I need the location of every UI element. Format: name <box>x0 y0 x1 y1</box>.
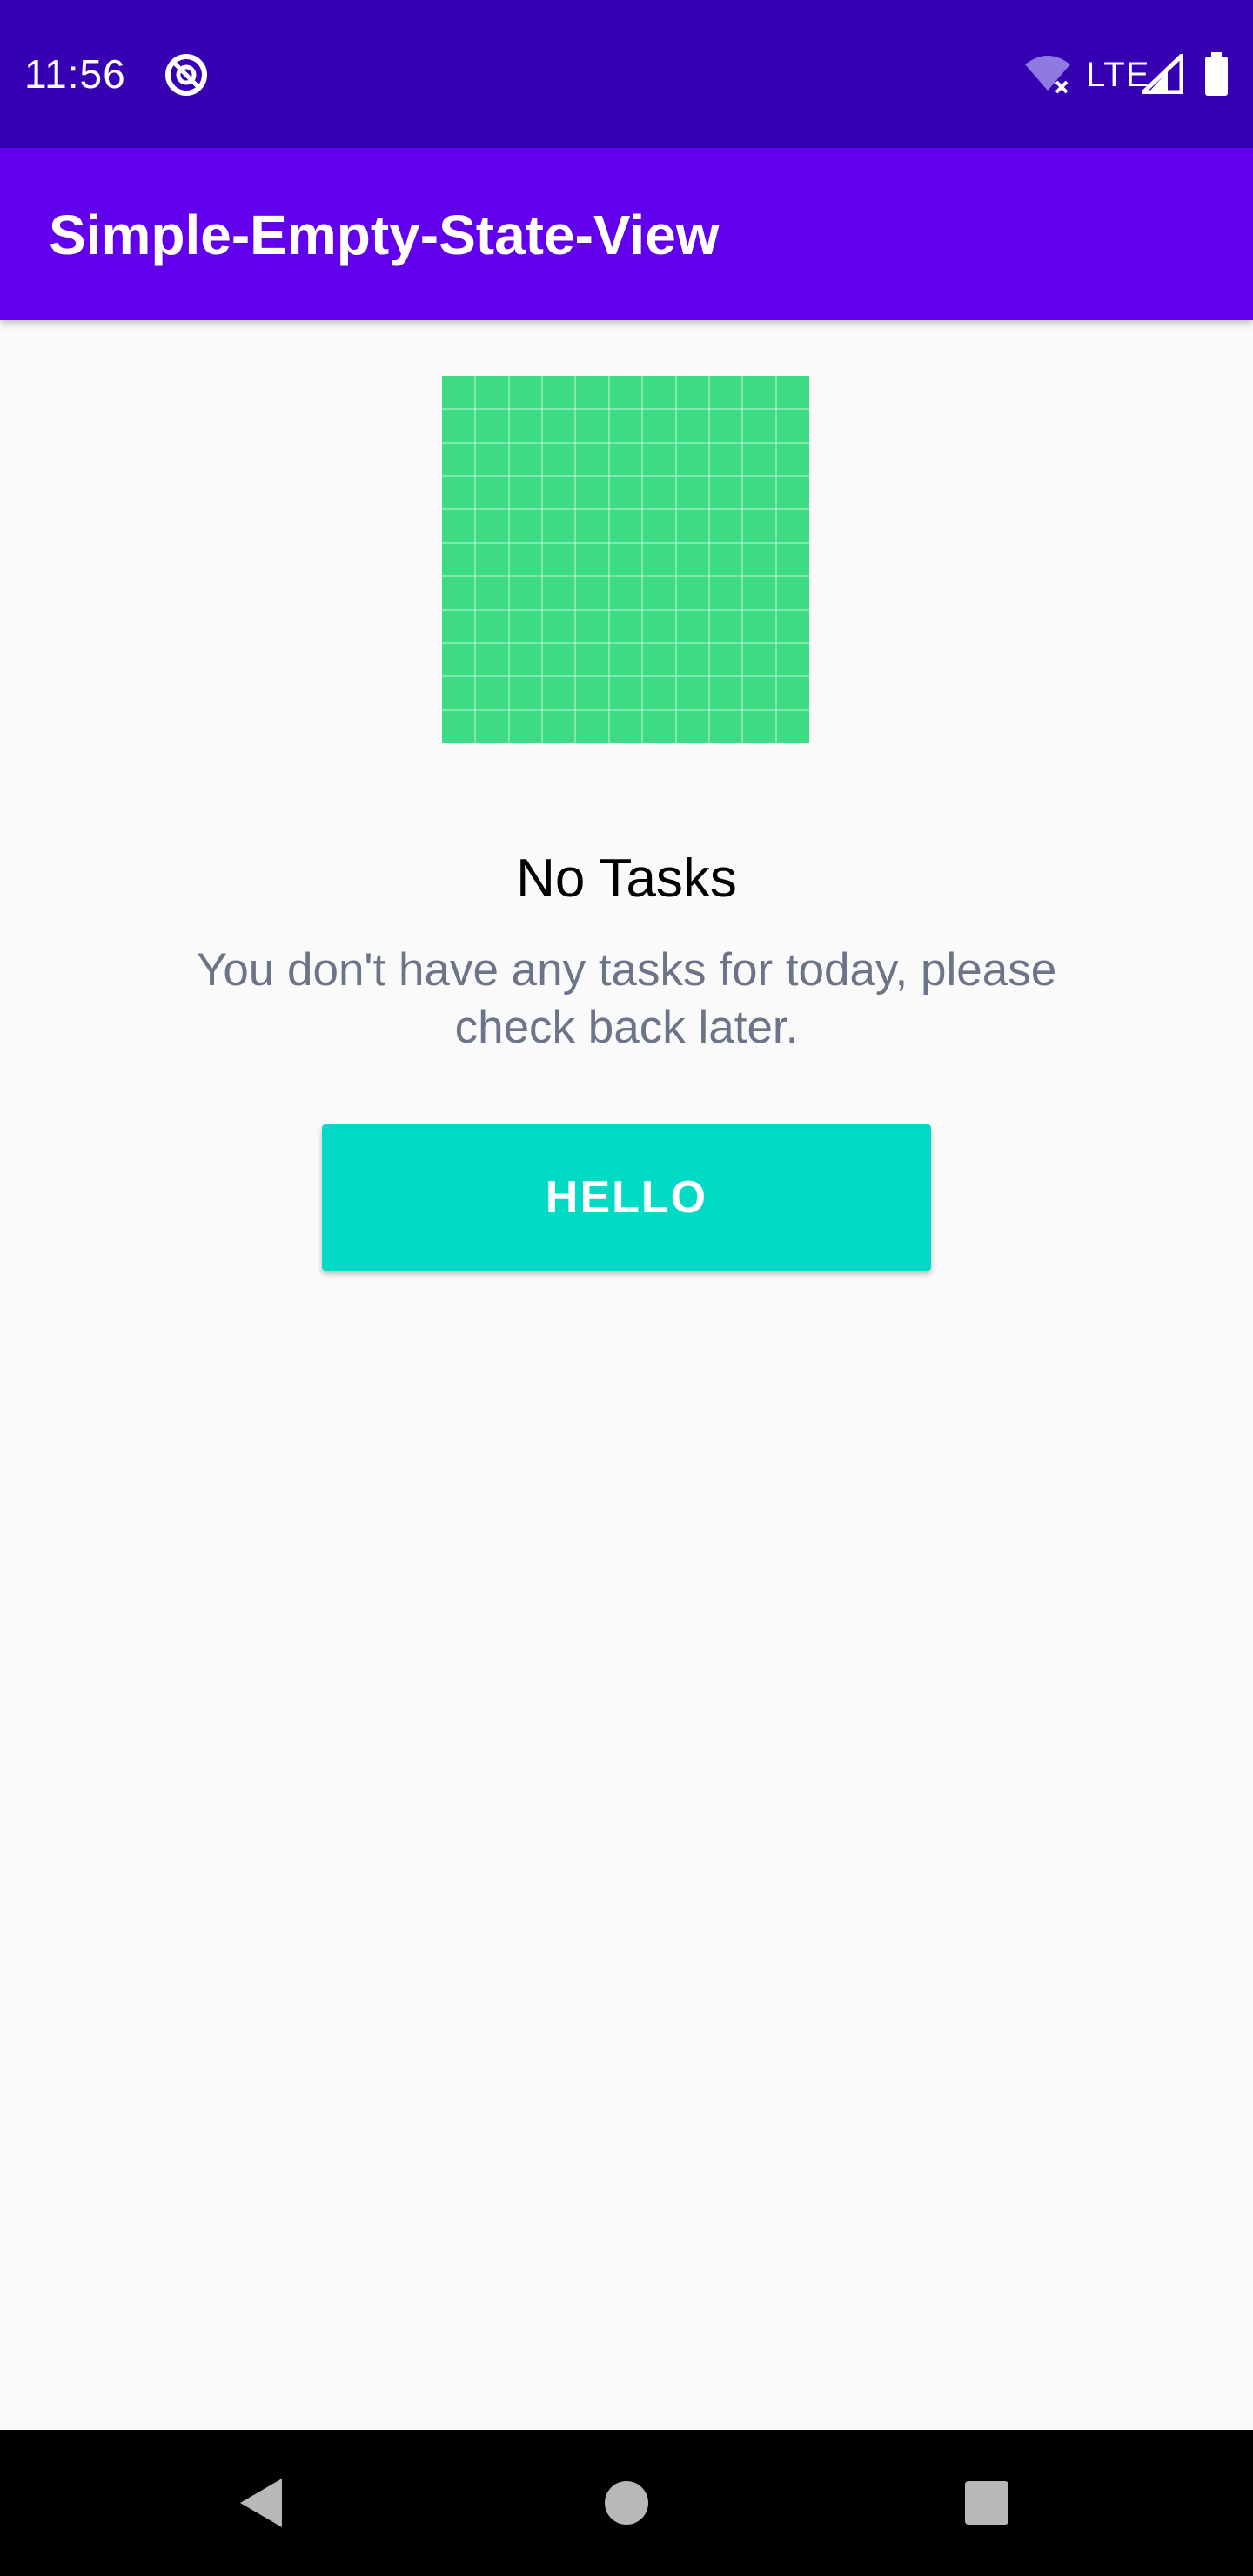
empty-state-title: No Tasks <box>516 849 737 909</box>
back-icon[interactable] <box>237 2475 285 2531</box>
empty-state-message: You don't have any tasks for today, plea… <box>196 944 1057 1053</box>
network-type-label: LTE <box>1086 56 1150 94</box>
app-bar: Simple-Empty-State-View <box>0 148 1253 320</box>
cell-signal-icon <box>1142 54 1183 94</box>
notification-icon <box>165 54 207 96</box>
recents-icon[interactable] <box>964 2480 1009 2526</box>
home-icon[interactable] <box>604 2480 649 2526</box>
status-time: 11:56 <box>24 51 126 97</box>
grid-placeholder-icon <box>442 376 809 743</box>
hello-button[interactable]: HELLO <box>322 1124 931 1271</box>
status-bar: 11:56 LTE <box>0 0 1253 148</box>
app-screen: 11:56 LTE Simple-Empty-State-View No Tas… <box>0 0 1253 2576</box>
battery-icon <box>1205 52 1228 96</box>
app-title: Simple-Empty-State-View <box>49 204 720 266</box>
wifi-off-icon <box>1025 56 1070 94</box>
